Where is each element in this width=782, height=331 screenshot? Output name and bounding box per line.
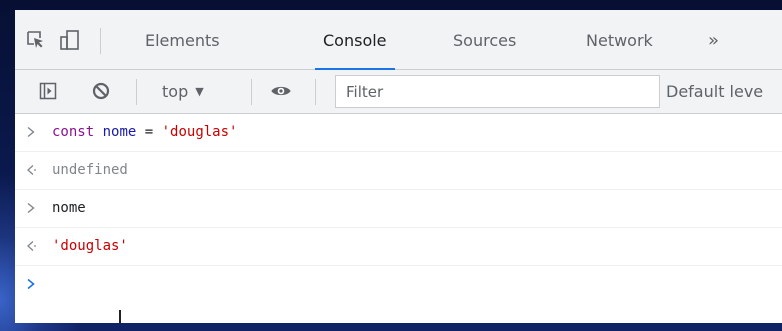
console-result-line: 'douglas' <box>15 228 782 266</box>
log-levels-dropdown[interactable]: Default leve <box>666 70 763 113</box>
devtools-window: Elements Console Sources Network » top ▼ <box>15 10 782 323</box>
prompt-chevron-icon <box>23 276 39 292</box>
token-undefined: undefined <box>52 162 128 178</box>
tab-elements[interactable]: Elements <box>145 10 220 70</box>
more-tabs-icon[interactable]: » <box>708 10 719 70</box>
token-variable: nome <box>102 124 137 140</box>
token-string: 'douglas' <box>161 124 238 140</box>
devtools-tab-bar: Elements Console Sources Network » <box>15 10 782 71</box>
token-operator: = <box>136 124 162 140</box>
token-keyword: const <box>52 124 95 140</box>
toolbar-separator <box>136 79 137 105</box>
tab-sources[interactable]: Sources <box>453 10 516 70</box>
result-arrow-icon <box>23 162 39 178</box>
clear-console-icon[interactable] <box>90 80 112 102</box>
text-caret <box>119 309 122 323</box>
input-chevron-icon <box>23 124 39 140</box>
console-toolbar: top ▼ Default leve <box>15 70 782 114</box>
console-messages: const nome = 'douglas' undefined nome 'doug… <box>15 114 782 266</box>
console-result-line: undefined <box>15 152 782 190</box>
token-plain: nome <box>52 200 86 216</box>
toolbar-separator <box>315 79 316 105</box>
inspect-element-icon[interactable] <box>24 28 48 52</box>
console-output: const nome = 'douglas' undefined nome 'doug… <box>15 114 782 323</box>
tabbar-separator <box>100 28 101 54</box>
console-input-line: const nome = 'douglas' <box>15 114 782 152</box>
console-prompt[interactable] <box>15 266 782 323</box>
console-line-text: const nome = 'douglas' <box>52 114 237 151</box>
token-string: 'douglas' <box>52 238 128 254</box>
tab-console[interactable]: Console <box>315 10 394 71</box>
tab-network[interactable]: Network <box>586 10 653 70</box>
console-input[interactable] <box>52 266 122 323</box>
context-label: top <box>162 82 189 101</box>
filter-input[interactable] <box>335 75 660 108</box>
dropdown-arrow-icon: ▼ <box>195 85 204 98</box>
sidebar-toggle-icon[interactable] <box>37 80 59 102</box>
console-line-text: undefined <box>52 152 128 189</box>
device-toolbar-icon[interactable] <box>58 28 82 52</box>
console-line-text: 'douglas' <box>52 228 128 265</box>
result-arrow-icon <box>23 238 39 254</box>
input-chevron-icon <box>23 200 39 216</box>
live-expression-eye-icon[interactable] <box>270 80 292 102</box>
console-input-line: nome <box>15 190 782 228</box>
console-line-text: nome <box>52 190 86 227</box>
toolbar-separator <box>251 79 252 105</box>
context-selector[interactable]: top ▼ <box>162 70 204 113</box>
